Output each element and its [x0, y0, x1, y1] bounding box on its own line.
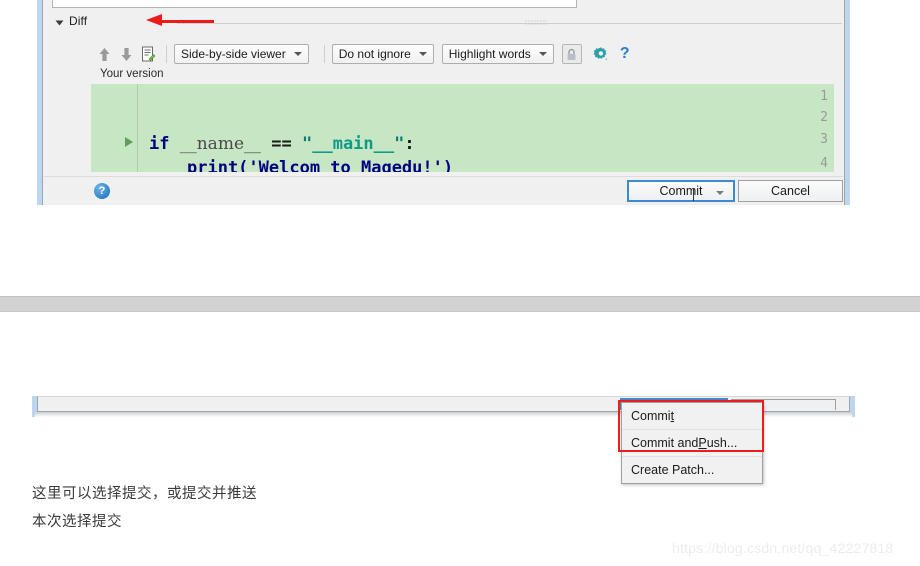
- menu-item-label: Commi: [631, 409, 671, 423]
- commit-dialog-fragment: Diff Side-by-side viewer Do not ignore H…: [37, 0, 850, 205]
- diff-section-label: Diff: [69, 14, 88, 28]
- code-line: print('Welcom to Magedu!'): [187, 158, 454, 172]
- commit-message-input[interactable]: [52, 0, 577, 8]
- cancel-button[interactable]: Cancel: [738, 180, 843, 202]
- line-number: 1: [820, 89, 828, 104]
- line-number: 4: [820, 156, 828, 171]
- screenshot-separator-band: [0, 296, 920, 312]
- menu-accelerator: t: [670, 409, 675, 423]
- triangle-down-icon[interactable]: [55, 20, 64, 26]
- toolbar-separator: [166, 45, 167, 63]
- code-line: if __name__ == "__main__":: [149, 134, 415, 154]
- line-number-gutter: [91, 84, 123, 172]
- question-mark-icon[interactable]: ?: [620, 45, 630, 63]
- menu-item-commit-and-push[interactable]: Commit and Push...: [622, 429, 762, 456]
- lock-icon[interactable]: [561, 44, 582, 64]
- commit-button[interactable]: Commit: [627, 180, 735, 202]
- text-cursor: [693, 188, 694, 201]
- section-divider: [177, 23, 842, 24]
- viewer-mode-dropdown[interactable]: Side-by-side viewer: [174, 44, 309, 64]
- line-number: 3: [820, 132, 828, 147]
- annotation-line-2: 本次选择提交: [32, 514, 122, 530]
- commit-button-label: Commit: [659, 184, 703, 198]
- watermark: https://blog.csdn.net/qq_42227818: [672, 540, 894, 556]
- menu-item-label-rest: ush...: [706, 436, 738, 450]
- highlight-mode-dropdown[interactable]: Highlight words: [441, 44, 554, 64]
- code-fold-arrow-icon[interactable]: [125, 137, 133, 147]
- viewer-mode-value: Side-by-side viewer: [181, 47, 286, 61]
- ignore-mode-value: Do not ignore: [338, 47, 411, 61]
- chevron-down-icon: [538, 52, 547, 56]
- edit-diff-icon[interactable]: [137, 43, 159, 65]
- red-left-arrow: [146, 14, 214, 26]
- ignore-mode-dropdown[interactable]: Do not ignore: [331, 44, 434, 64]
- arrow-up-icon[interactable]: [93, 43, 115, 65]
- menu-item-label: Commit and: [631, 436, 699, 450]
- diff-code-pane[interactable]: 1 2 3 4 if __name__ == "__main__": print…: [91, 84, 834, 172]
- chevron-down-icon: [293, 52, 302, 56]
- gear-icon[interactable]: [590, 43, 612, 65]
- annotation-line-1: 这里可以选择提交，或提交并推送: [32, 486, 257, 502]
- splitter-grip[interactable]: [525, 20, 547, 26]
- your-version-label: Your version: [100, 68, 164, 80]
- commit-dropdown-menu: Commi t Commit and Push... Create Patch..…: [621, 402, 763, 484]
- menu-item-commit[interactable]: Commi t: [622, 403, 762, 429]
- dialog-button-bar: ? Commit Cancel: [44, 176, 843, 205]
- help-icon[interactable]: ?: [94, 183, 110, 199]
- menu-item-label: Create Patch...: [631, 463, 715, 477]
- chevron-down-icon: [418, 52, 427, 56]
- arrow-down-icon[interactable]: [115, 43, 137, 65]
- menu-accelerator: P: [698, 436, 707, 450]
- gutter-divider: [137, 84, 138, 172]
- toolbar-separator: [323, 45, 325, 63]
- dialog-body: Diff Side-by-side viewer Do not ignore H…: [42, 0, 845, 205]
- highlight-mode-value: Highlight words: [448, 47, 531, 61]
- line-number: 2: [820, 110, 828, 125]
- menu-item-create-patch[interactable]: Create Patch...: [622, 456, 762, 483]
- diff-toolbar: Side-by-side viewer Do not ignore Highli…: [93, 42, 630, 66]
- chevron-down-icon[interactable]: [716, 191, 724, 195]
